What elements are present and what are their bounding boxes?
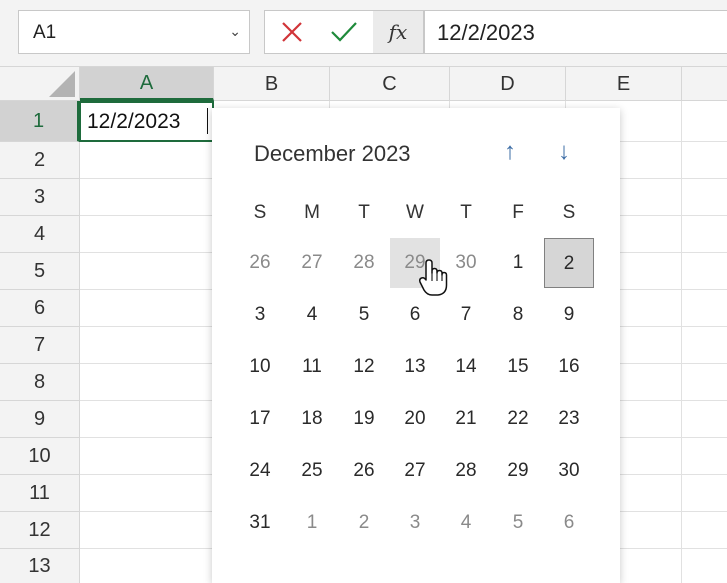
calendar-day[interactable]: 15: [493, 342, 543, 392]
calendar-day[interactable]: 30: [544, 446, 594, 496]
calendar-day[interactable]: 28: [441, 446, 491, 496]
calendar-day[interactable]: 4: [287, 290, 337, 340]
row-header-7[interactable]: 7: [0, 327, 80, 364]
calendar-day[interactable]: 9: [544, 290, 594, 340]
column-header-d[interactable]: D: [450, 67, 566, 101]
calendar-day[interactable]: 4: [441, 498, 491, 548]
calendar-day[interactable]: 17: [235, 394, 285, 444]
x-icon[interactable]: [277, 15, 307, 49]
formula-bar: A1 ⌄ fx 12/2/2023: [0, 0, 727, 67]
formula-buttons: fx: [264, 10, 424, 54]
weekday-label: T: [460, 202, 472, 223]
chevron-down-icon[interactable]: ⌄: [229, 23, 241, 40]
calendar-day[interactable]: 31: [235, 498, 285, 548]
calendar-day[interactable]: 13: [390, 342, 440, 392]
row-header-2[interactable]: 2: [0, 142, 80, 179]
calendar-day[interactable]: 26: [235, 238, 285, 288]
calendar-day[interactable]: 14: [441, 342, 491, 392]
calendar-day[interactable]: 16: [544, 342, 594, 392]
text-cursor: [207, 108, 208, 134]
calendar-day[interactable]: 10: [235, 342, 285, 392]
calendar-day[interactable]: 26: [339, 446, 389, 496]
calendar-day[interactable]: 3: [390, 498, 440, 548]
calendar-day[interactable]: 6: [544, 498, 594, 548]
calendar-month-title: December 2023: [254, 141, 411, 166]
name-box-value: A1: [33, 22, 57, 43]
calendar-day[interactable]: 24: [235, 446, 285, 496]
date-picker-popup: December 2023 ↑ ↓ SMTWTFS 26 27 28 29 30 1 2 3 4…: [212, 108, 620, 583]
calendar-day[interactable]: 19: [339, 394, 389, 444]
formula-input-value: 12/2/2023: [437, 20, 535, 45]
row-header-3[interactable]: 3: [0, 179, 80, 216]
calendar-day[interactable]: 11: [287, 342, 337, 392]
column-header-e[interactable]: E: [566, 67, 682, 101]
calendar-day[interactable]: 20: [390, 394, 440, 444]
calendar-day[interactable]: 27: [390, 446, 440, 496]
row-header-9[interactable]: 9: [0, 401, 80, 438]
weekday-label: F: [512, 202, 524, 223]
calendar-day[interactable]: 27: [287, 238, 337, 288]
row-header-12[interactable]: 12: [0, 512, 80, 549]
calendar-day[interactable]: 29: [493, 446, 543, 496]
calendar-day[interactable]: 1: [493, 238, 543, 288]
arrow-up-icon[interactable]: ↑: [504, 138, 516, 166]
calendar-day[interactable]: 12: [339, 342, 389, 392]
insert-function-button[interactable]: fx: [373, 11, 423, 53]
row-header-8[interactable]: 8: [0, 364, 80, 401]
weekday-label: S: [253, 202, 267, 223]
name-box[interactable]: A1 ⌄: [18, 10, 250, 54]
column-header-c[interactable]: C: [330, 67, 450, 101]
calendar-day[interactable]: 23: [544, 394, 594, 444]
row-header-5[interactable]: 5: [0, 253, 80, 290]
weekday-label: T: [358, 202, 370, 223]
calendar-day[interactable]: 7: [441, 290, 491, 340]
calendar-day[interactable]: 2: [544, 238, 594, 288]
calendar-day[interactable]: 2: [339, 498, 389, 548]
formula-input[interactable]: 12/2/2023: [424, 10, 727, 54]
weekday-label: S: [562, 202, 576, 223]
calendar-day[interactable]: 8: [493, 290, 543, 340]
calendar-day[interactable]: 30: [441, 238, 491, 288]
row-header-13[interactable]: 13: [0, 549, 80, 583]
weekday-label: M: [304, 202, 320, 223]
calendar-day[interactable]: 18: [287, 394, 337, 444]
hand-pointer-icon: [418, 259, 448, 296]
row-header-10[interactable]: 10: [0, 438, 80, 475]
column-header-f[interactable]: [682, 67, 727, 101]
row-header-11[interactable]: 11: [0, 475, 80, 512]
select-all-corner[interactable]: [0, 67, 80, 101]
cell-a1-value: 12/2/2023: [87, 110, 181, 133]
calendar-day[interactable]: 5: [493, 498, 543, 548]
calendar-day[interactable]: 28: [339, 238, 389, 288]
row-header-4[interactable]: 4: [0, 216, 80, 253]
column-header-b[interactable]: B: [214, 67, 330, 101]
calendar-day[interactable]: 21: [441, 394, 491, 444]
calendar-day[interactable]: 5: [339, 290, 389, 340]
checkmark-icon[interactable]: [327, 15, 361, 49]
calendar-day[interactable]: 1: [287, 498, 337, 548]
calendar-day[interactable]: 25: [287, 446, 337, 496]
weekday-label: W: [406, 202, 424, 223]
calendar-day[interactable]: 3: [235, 290, 285, 340]
column-header-a[interactable]: A: [80, 67, 214, 101]
row-header-1[interactable]: 1: [0, 101, 80, 142]
calendar-day[interactable]: 22: [493, 394, 543, 444]
active-cell-a1[interactable]: 12/2/2023: [79, 101, 214, 142]
row-header-6[interactable]: 6: [0, 290, 80, 327]
arrow-down-icon[interactable]: ↓: [558, 138, 570, 166]
